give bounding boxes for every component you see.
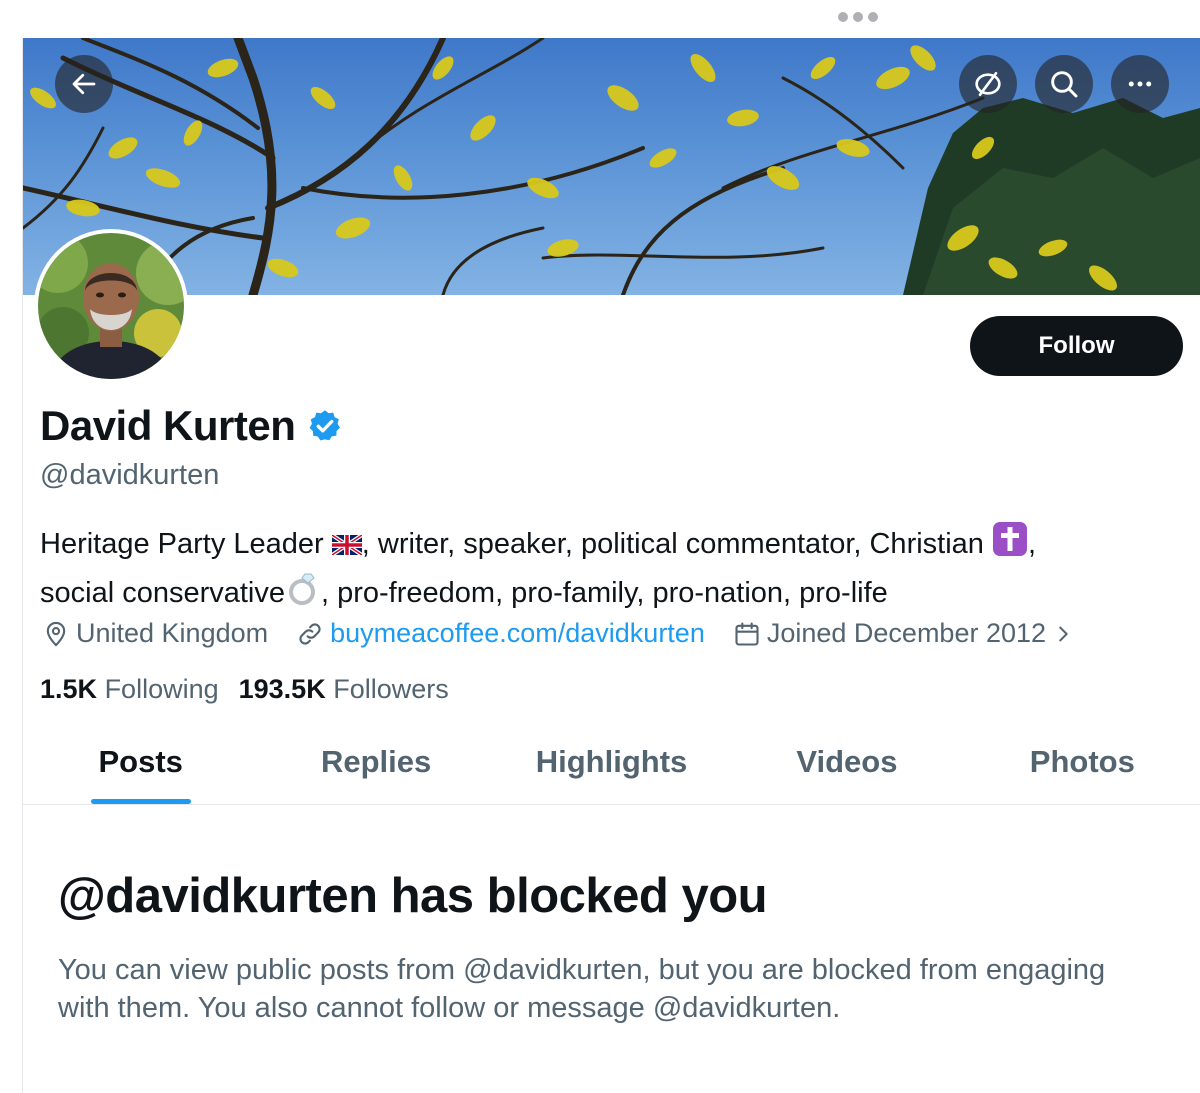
profile-meta: United Kingdom buymeacoffee.com/davidkur… <box>42 618 1102 649</box>
follow-button[interactable]: Follow <box>970 316 1183 376</box>
search-icon <box>1051 71 1078 98</box>
followers-count: 193.5K <box>238 674 326 704</box>
tab-replies[interactable]: Replies <box>258 720 493 804</box>
followers-link[interactable]: 193.5K Followers <box>239 674 449 705</box>
website-item[interactable]: buymeacoffee.com/davidkurten <box>296 618 705 649</box>
profile-name-row: David Kurten <box>40 402 343 450</box>
follow-counts: 1.5K Following 193.5K Followers <box>40 674 449 705</box>
arrow-left-icon <box>72 73 96 95</box>
uk-flag-emoji <box>330 524 363 568</box>
more-button[interactable] <box>1111 55 1169 113</box>
eye-off-icon <box>975 72 1001 96</box>
tab-photos[interactable]: Photos <box>965 720 1200 804</box>
link-icon <box>299 622 321 645</box>
profile-bio: Heritage Party Leader , writer, speaker,… <box>40 521 1190 619</box>
following-label: Following <box>104 674 219 704</box>
joined-item[interactable]: Joined December 2012 <box>733 618 1074 649</box>
latin-cross-emoji <box>992 521 1028 570</box>
profile-banner[interactable] <box>23 38 1200 295</box>
bio-text-2: , writer, speaker, political commentator… <box>361 528 992 561</box>
location-item: United Kingdom <box>42 618 268 649</box>
profile-handle: @davidkurten <box>40 459 220 491</box>
followers-label: Followers <box>333 674 449 704</box>
joined-text: Joined December 2012 <box>766 618 1047 648</box>
ring-emoji <box>285 570 321 619</box>
blocked-message: You can view public posts from @davidkur… <box>58 954 1106 1024</box>
blocked-title: @davidkurten has blocked you <box>58 869 768 923</box>
bio-text-3: , <box>1027 528 1037 561</box>
bio-text-4: social conservative <box>40 577 285 610</box>
location-pin-icon <box>46 621 66 647</box>
location-text: United Kingdom <box>76 618 269 648</box>
website-link[interactable]: buymeacoffee.com/davidkurten <box>330 618 705 649</box>
hide-button[interactable] <box>959 55 1017 113</box>
following-count: 1.5K <box>40 674 98 704</box>
tab-posts[interactable]: Posts <box>23 720 258 804</box>
avatar-photo <box>38 233 184 379</box>
tab-highlights[interactable]: Highlights <box>494 720 729 804</box>
chevron-right-icon <box>1059 626 1068 641</box>
calendar-icon <box>735 621 759 646</box>
display-name: David Kurten <box>40 402 296 449</box>
window-more-dots-icon[interactable] <box>838 12 878 22</box>
search-button[interactable] <box>1035 55 1093 113</box>
profile-tabs: Posts Replies Highlights Videos Photos <box>23 720 1200 805</box>
bio-text-1: Heritage Party Leader <box>40 528 332 561</box>
verified-badge-icon[interactable] <box>307 408 343 444</box>
bio-text-5: , pro-freedom, pro-family, pro-nation, p… <box>321 577 888 610</box>
tab-videos[interactable]: Videos <box>729 720 964 804</box>
more-horizontal-icon <box>1128 81 1152 87</box>
avatar[interactable] <box>34 229 188 383</box>
following-link[interactable]: 1.5K Following <box>40 674 219 705</box>
back-button[interactable] <box>55 55 113 113</box>
